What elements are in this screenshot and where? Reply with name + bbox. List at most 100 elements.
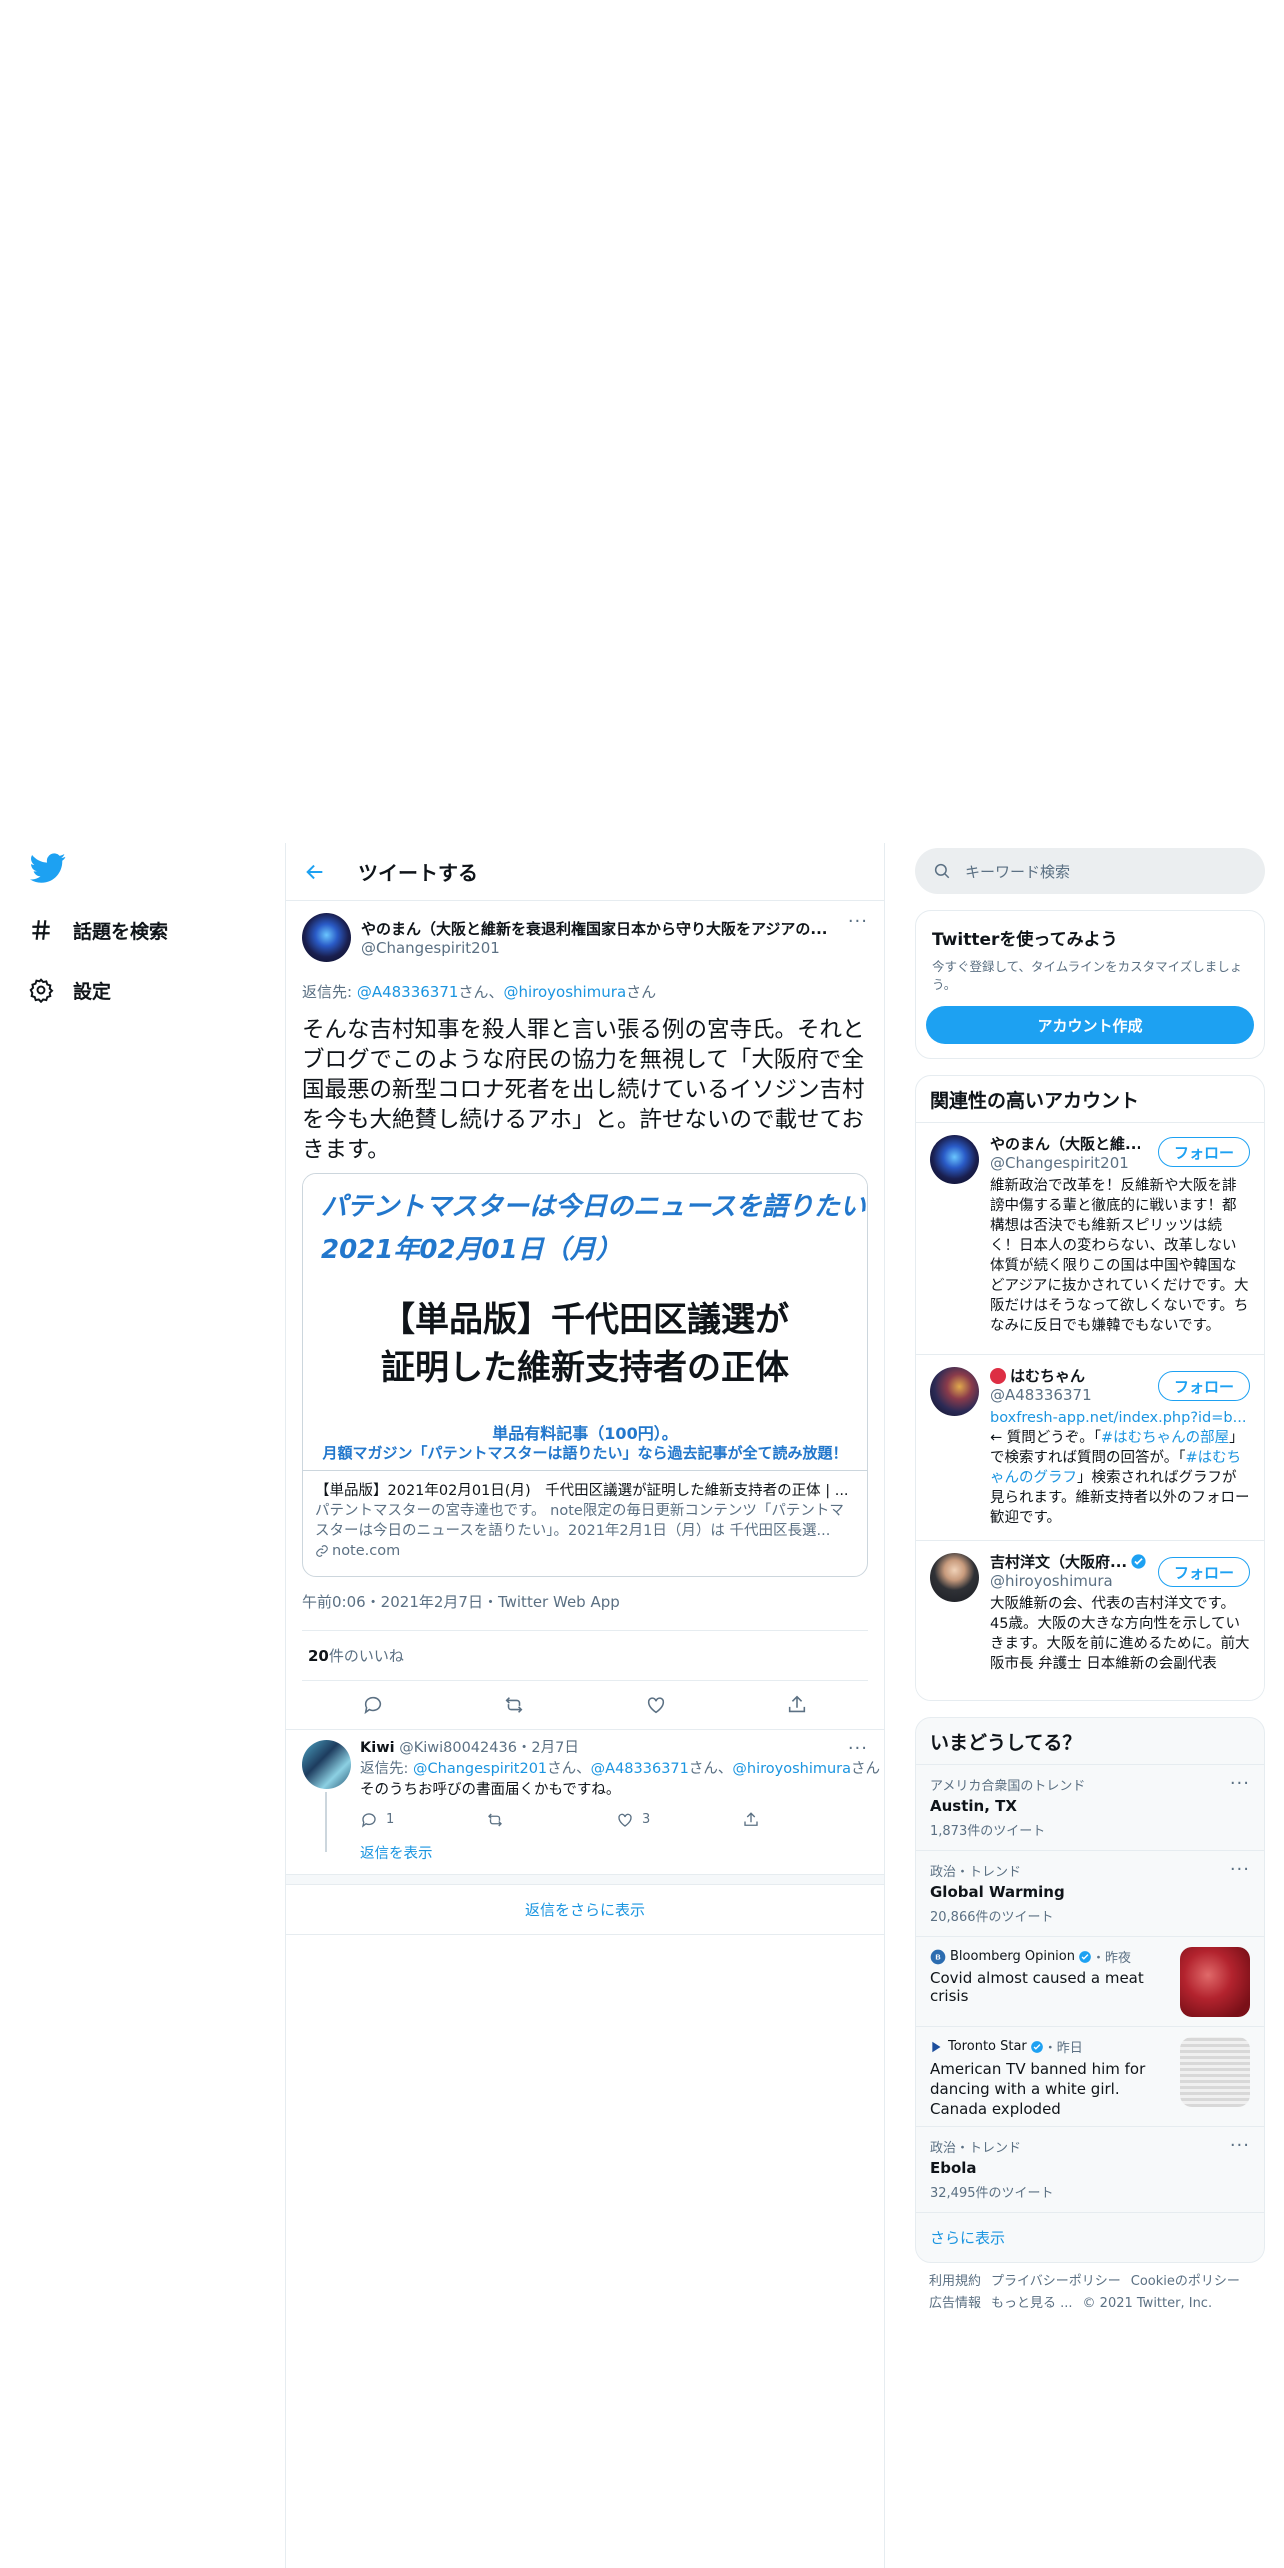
avatar[interactable] bbox=[302, 912, 351, 962]
trend-item[interactable]: 政治・トレンド Ebola 32,495件のツイート ··· bbox=[916, 2126, 1264, 2212]
twitter-bird-icon[interactable] bbox=[30, 850, 66, 886]
account-card[interactable]: 吉村洋文（大阪府... @hiroyoshimura 大阪維新の会、代表の吉村洋… bbox=[916, 1540, 1264, 1700]
show-replies-link[interactable]: 返信を表示 bbox=[360, 1844, 860, 1865]
divider bbox=[286, 1875, 884, 1885]
reply-icon[interactable] bbox=[360, 1811, 378, 1829]
account-name[interactable]: はむちゃん bbox=[1010, 1365, 1085, 1386]
more-icon[interactable]: ··· bbox=[1230, 1859, 1250, 1880]
trend-count: 32,495件のツイート bbox=[930, 2186, 1054, 2201]
likes-row[interactable]: 20 件のいいね bbox=[302, 1631, 868, 1681]
card-image-line2: 2021年02月01日（月） bbox=[321, 1235, 622, 1265]
heart-icon[interactable] bbox=[645, 1694, 667, 1716]
card-domain: note.com bbox=[332, 1543, 401, 1559]
reply-to-line: 返信先: @A48336371さん、@hiroyoshimuraさん bbox=[302, 981, 868, 1002]
account-card[interactable]: やのまん（大阪と維... @Changespirit201 維新政治で改革を！反… bbox=[916, 1122, 1264, 1354]
bio-link[interactable]: boxfresh-app.net/index.php?id=b... bbox=[990, 1410, 1246, 1426]
footer-privacy-link[interactable]: プライバシーポリシー bbox=[991, 2274, 1121, 2289]
more-icon[interactable]: ··· bbox=[848, 911, 868, 932]
news-thumbnail bbox=[1180, 2037, 1250, 2107]
reply-count: 1 bbox=[386, 1812, 395, 1827]
trend-item[interactable]: 政治・トレンド Global Warming 20,866件のツイート ··· bbox=[916, 1850, 1264, 1936]
nav-settings[interactable]: 設定 bbox=[28, 970, 111, 1010]
card-image-footer1: 単品有料記事（100円）。 bbox=[492, 1424, 678, 1443]
card-image-footer2: 月額マガジン「パテントマスターは語りたい」なら過去記事が全て読み放題！ bbox=[322, 1444, 848, 1462]
svg-text:B: B bbox=[935, 1952, 940, 1961]
news-time: ・昨夜 bbox=[1092, 1951, 1132, 1966]
news-item[interactable]: Toronto Star ・昨日 American TV banned him … bbox=[916, 2026, 1264, 2126]
reply-to-sep: さん、 bbox=[458, 983, 504, 1001]
reply-date[interactable]: ・2月7日 bbox=[517, 1740, 579, 1756]
reply-to-link-1[interactable]: @Changespirit201 bbox=[413, 1761, 547, 1777]
search-input[interactable]: キーワード検索 bbox=[915, 848, 1265, 894]
show-more-trends-link[interactable]: さらに表示 bbox=[916, 2212, 1264, 2262]
thread-line bbox=[325, 1792, 327, 1852]
like-count: 3 bbox=[642, 1812, 651, 1827]
gear-icon bbox=[29, 978, 54, 1003]
arrow-left-icon[interactable] bbox=[304, 861, 326, 883]
more-icon[interactable]: ··· bbox=[1230, 1773, 1250, 1794]
card-text: 【単品版】2021年02月01日(月) 千代田区議選が証明した維新支持者の正体 … bbox=[303, 1470, 867, 1571]
card-image-headline1: 【単品版】千代田区議選が bbox=[381, 1300, 789, 1340]
reply-text: そのうちお呼びの書面届くかもですね。 bbox=[360, 1782, 621, 1798]
card-image: パテントマスターは今日のニュースを語りたい 2021年02月01日（月） 【単品… bbox=[303, 1174, 867, 1470]
reply-to-link-1[interactable]: @A48336371 bbox=[357, 983, 459, 1001]
share-icon[interactable] bbox=[786, 1694, 808, 1716]
reply-to-link-2[interactable]: @hiroyoshimura bbox=[503, 983, 626, 1001]
account-card[interactable]: はむちゃん @A48336371 boxfresh-app.net/index.… bbox=[916, 1354, 1264, 1540]
main-tweet: やのまん（大阪と維新を衰退利権国家日本から守り大阪をアジアの... @Chang… bbox=[286, 901, 884, 1729]
news-source: Toronto Star bbox=[948, 2039, 1027, 2054]
create-account-button[interactable]: アカウント作成 bbox=[926, 1006, 1254, 1044]
verified-badge-icon bbox=[1030, 2040, 1043, 2053]
trend-name: Ebola bbox=[930, 2159, 977, 2177]
reply-author-name[interactable]: Kiwi bbox=[360, 1740, 395, 1756]
news-item[interactable]: B Bloomberg Opinion ・昨夜 Covid almost cau… bbox=[916, 1936, 1264, 2026]
account-name[interactable]: 吉村洋文（大阪府... bbox=[990, 1551, 1127, 1572]
reply-to-link-3[interactable]: @hiroyoshimura bbox=[732, 1761, 851, 1777]
avatar[interactable] bbox=[930, 1367, 979, 1416]
card-image-line1: パテントマスターは今日のニュースを語りたい bbox=[321, 1192, 866, 1222]
footer-terms-link[interactable]: 利用規約 bbox=[929, 2274, 981, 2289]
retweet-icon[interactable] bbox=[503, 1694, 525, 1716]
footer-more-link[interactable]: もっと見る ... bbox=[991, 2296, 1073, 2311]
nav-settings-label: 設定 bbox=[73, 980, 112, 1003]
retweet-icon[interactable] bbox=[486, 1811, 504, 1829]
page-title: ツイートする bbox=[358, 861, 478, 885]
reply-tweet[interactable]: Kiwi @Kiwi80042436・2月7日 返信先: @Changespir… bbox=[286, 1729, 884, 1875]
reply-author-handle[interactable]: @Kiwi80042436 bbox=[399, 1740, 517, 1756]
more-icon[interactable]: ··· bbox=[848, 1738, 868, 1759]
follow-button[interactable]: フォロー bbox=[1158, 1557, 1250, 1587]
account-name[interactable]: やのまん（大阪と維... bbox=[990, 1133, 1140, 1154]
account-bio: boxfresh-app.net/index.php?id=b... ← 質問ど… bbox=[990, 1408, 1250, 1528]
bio-hashtag[interactable]: #はむちゃんの部屋 bbox=[1101, 1430, 1229, 1446]
trend-count: 1,873件のツイート bbox=[930, 1824, 1046, 1839]
reply-icon[interactable] bbox=[362, 1694, 384, 1716]
more-icon[interactable]: ··· bbox=[1230, 2135, 1250, 2156]
trend-name: Austin, TX bbox=[930, 1797, 1017, 1815]
follow-button[interactable]: フォロー bbox=[1158, 1137, 1250, 1167]
trend-count: 20,866件のツイート bbox=[930, 1910, 1054, 1925]
reply-to-link-2[interactable]: @A48336371 bbox=[591, 1761, 689, 1777]
avatar[interactable] bbox=[930, 1553, 979, 1602]
follow-button[interactable]: フォロー bbox=[1158, 1371, 1250, 1401]
avatar[interactable] bbox=[930, 1135, 979, 1184]
footer-ads-link[interactable]: 広告情報 bbox=[929, 2296, 981, 2311]
reply-to-suffix: さん bbox=[851, 1761, 881, 1777]
share-icon[interactable] bbox=[742, 1811, 760, 1829]
trends-title: いまどうしてる？ bbox=[930, 1732, 1082, 1754]
footer-cookie-link[interactable]: Cookieのポリシー bbox=[1131, 2274, 1240, 2289]
signup-desc: 今すぐ登録して、タイムラインをカスタマイズしましょう。 bbox=[932, 959, 1243, 992]
trend-item[interactable]: アメリカ合衆国のトレンド Austin, TX 1,873件のツイート ··· bbox=[916, 1764, 1264, 1850]
link-card[interactable]: パテントマスターは今日のニュースを語りたい 2021年02月01日（月） 【単品… bbox=[302, 1173, 868, 1577]
show-more-replies-button[interactable]: 返信をさらに表示 bbox=[286, 1885, 884, 1935]
avatar[interactable] bbox=[302, 1740, 351, 1789]
author-name[interactable]: やのまん（大阪と維新を衰退利権国家日本から守り大阪をアジアの... bbox=[361, 918, 831, 939]
nav-explore[interactable]: 話題を検索 bbox=[28, 910, 168, 950]
reply-to-sep: さん、 bbox=[688, 1761, 733, 1777]
heart-icon[interactable] bbox=[616, 1811, 634, 1829]
author-handle[interactable]: @Changespirit201 bbox=[361, 939, 831, 957]
card-domain-row: note.com bbox=[315, 1541, 855, 1561]
search-placeholder: キーワード検索 bbox=[965, 862, 1071, 881]
tweet-timestamp[interactable]: 午前0:06・2021年2月7日・Twitter Web App bbox=[302, 1591, 868, 1631]
reply-to-suffix: さん bbox=[626, 983, 657, 1001]
relevant-accounts-panel: 関連性の高いアカウント やのまん（大阪と維... @Changespirit20… bbox=[915, 1075, 1265, 1701]
